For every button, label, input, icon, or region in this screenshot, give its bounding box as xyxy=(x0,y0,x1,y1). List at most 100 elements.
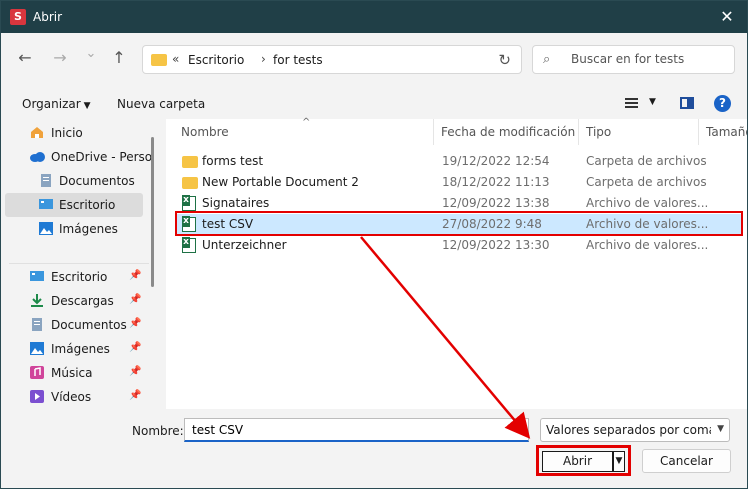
file-date: 19/12/2022 12:54 xyxy=(442,154,550,168)
file-date: 18/12/2022 11:13 xyxy=(442,175,550,189)
pin-icon[interactable]: 📌 xyxy=(129,294,141,305)
dialog-footer: Nombre: ▼ Valores separados por comas (*… xyxy=(1,409,747,488)
pin-icon[interactable]: 📌 xyxy=(129,366,141,377)
column-header-name[interactable]: Nombre xyxy=(181,125,229,139)
file-name: Signataires xyxy=(202,196,270,210)
open-dropdown-icon[interactable]: ▼ xyxy=(612,451,625,472)
csv-file-icon xyxy=(182,237,196,253)
file-row[interactable]: forms test 19/12/2022 12:54 Carpeta de a… xyxy=(176,151,741,172)
pin-icon[interactable]: 📌 xyxy=(129,270,141,281)
sidebar-item-imagenes[interactable]: Imágenes xyxy=(5,217,143,241)
document-icon xyxy=(41,174,51,187)
sidebar-pinned-documentos[interactable]: Documentos 📌 xyxy=(5,313,143,337)
file-name: forms test xyxy=(202,154,264,168)
file-type-value: Valores separados por comas (* xyxy=(546,423,711,437)
list-view-icon[interactable] xyxy=(625,98,638,108)
file-row[interactable]: New Portable Document 2 18/12/2022 11:13… xyxy=(176,172,741,193)
caret-down-icon: ▼ xyxy=(83,101,91,111)
home-icon xyxy=(31,127,43,138)
sidebar-pinned-musica[interactable]: Música 📌 xyxy=(5,361,143,385)
sidebar-item-label: Escritorio xyxy=(51,270,108,284)
sort-ascending-icon: ^ xyxy=(302,117,311,128)
desktop-icon xyxy=(30,271,44,281)
chevron-down-icon: ▼ xyxy=(717,424,724,434)
music-icon xyxy=(30,366,44,379)
organize-label: Organizar xyxy=(22,97,81,111)
sidebar-item-escritorio[interactable]: Escritorio xyxy=(5,193,143,217)
column-divider[interactable] xyxy=(578,119,579,145)
sidebar-pinned-escritorio[interactable]: Escritorio 📌 xyxy=(5,265,143,289)
sidebar-item-label: Inicio xyxy=(51,126,83,140)
address-bar[interactable]: « Escritorio › for tests ↻ xyxy=(142,45,522,74)
search-icon: ⌕ xyxy=(543,52,551,67)
file-type: Archivo de valores... xyxy=(586,196,709,210)
file-type: Carpeta de archivos xyxy=(586,175,707,189)
folder-icon xyxy=(182,156,198,168)
file-row[interactable]: Unterzeichner 12/09/2022 13:30 Archivo d… xyxy=(176,235,741,256)
navigation-pane: Inicio OneDrive - Perso Documentos Escri… xyxy=(1,119,162,409)
image-icon xyxy=(30,342,44,355)
sidebar-item-onedrive[interactable]: OneDrive - Perso xyxy=(5,145,152,169)
breadcrumb-separator-icon[interactable]: › xyxy=(261,52,266,66)
app-icon: S xyxy=(10,9,26,25)
forward-arrow-icon[interactable]: → xyxy=(50,48,70,68)
cloud-icon xyxy=(30,152,45,162)
image-icon xyxy=(39,222,53,235)
sidebar-item-label: Descargas xyxy=(51,294,114,308)
sidebar-item-label: Documentos xyxy=(51,318,127,332)
search-box[interactable]: ⌕ xyxy=(532,45,735,74)
recent-locations-icon[interactable]: ⌄ xyxy=(81,44,101,64)
view-caret-down-icon[interactable]: ▼ xyxy=(649,97,656,107)
open-button[interactable]: Abrir xyxy=(542,451,613,472)
breadcrumb-escritorio[interactable]: Escritorio xyxy=(188,53,244,67)
sidebar-item-inicio[interactable]: Inicio xyxy=(5,121,143,145)
sidebar-pinned-videos[interactable]: Vídeos 📌 xyxy=(5,385,143,409)
download-icon xyxy=(31,294,43,307)
selection-highlight-box xyxy=(175,211,743,236)
pin-icon[interactable]: 📌 xyxy=(129,390,141,401)
csv-file-icon xyxy=(182,195,196,211)
open-file-dialog: S Abrir ✕ ← → ⌄ ↑ « Escritorio › for tes… xyxy=(0,0,748,489)
file-type: Carpeta de archivos xyxy=(586,154,707,168)
file-type-select[interactable]: Valores separados por comas (* ▼ xyxy=(540,418,730,442)
help-icon[interactable]: ? xyxy=(714,95,731,112)
column-header-date[interactable]: Fecha de modificación xyxy=(441,125,575,139)
column-divider[interactable] xyxy=(433,119,434,145)
refresh-icon[interactable]: ↻ xyxy=(498,51,511,69)
sidebar-item-label: Imágenes xyxy=(59,222,118,236)
sidebar-scrollbar[interactable] xyxy=(151,137,154,287)
filename-field[interactable]: ▼ xyxy=(184,418,529,442)
column-header-size[interactable]: Tamaño xyxy=(706,125,747,139)
pin-icon[interactable]: 📌 xyxy=(129,318,141,329)
organize-button[interactable]: Organizar ▼ xyxy=(22,97,91,111)
chevron-left-icon[interactable]: « xyxy=(172,52,179,66)
up-arrow-icon[interactable]: ↑ xyxy=(109,48,129,68)
chevron-down-icon[interactable]: ▼ xyxy=(517,424,524,434)
desktop-icon xyxy=(39,199,53,209)
file-list: ^ Nombre Fecha de modificación Tipo Tama… xyxy=(166,117,747,409)
folder-icon xyxy=(151,54,167,66)
file-type: Archivo de valores... xyxy=(586,238,709,252)
pin-icon[interactable]: 📌 xyxy=(129,342,141,353)
sidebar-pinned-descargas[interactable]: Descargas 📌 xyxy=(5,289,143,313)
close-icon[interactable]: ✕ xyxy=(707,1,747,33)
cancel-button[interactable]: Cancelar xyxy=(642,449,731,473)
new-folder-button[interactable]: Nueva carpeta xyxy=(117,97,205,111)
sidebar-item-label: Escritorio xyxy=(59,198,116,212)
file-name: New Portable Document 2 xyxy=(202,175,359,189)
column-divider[interactable] xyxy=(698,119,699,145)
filename-input[interactable] xyxy=(190,422,504,438)
search-input[interactable] xyxy=(569,51,728,67)
file-name: Unterzeichner xyxy=(202,238,287,252)
file-date: 12/09/2022 13:38 xyxy=(442,196,550,210)
column-header-type[interactable]: Tipo xyxy=(586,125,611,139)
sidebar-item-documentos[interactable]: Documentos xyxy=(5,169,143,193)
preview-pane-icon[interactable] xyxy=(680,97,694,109)
sidebar-item-label: Documentos xyxy=(59,174,135,188)
back-arrow-icon[interactable]: ← xyxy=(15,48,35,68)
sidebar-pinned-imagenes[interactable]: Imágenes 📌 xyxy=(5,337,143,361)
file-date: 12/09/2022 13:30 xyxy=(442,238,550,252)
sidebar-item-label: Vídeos xyxy=(51,390,92,404)
open-button-highlight: Abrir ▼ xyxy=(536,445,631,476)
breadcrumb-for-tests[interactable]: for tests xyxy=(273,53,323,67)
